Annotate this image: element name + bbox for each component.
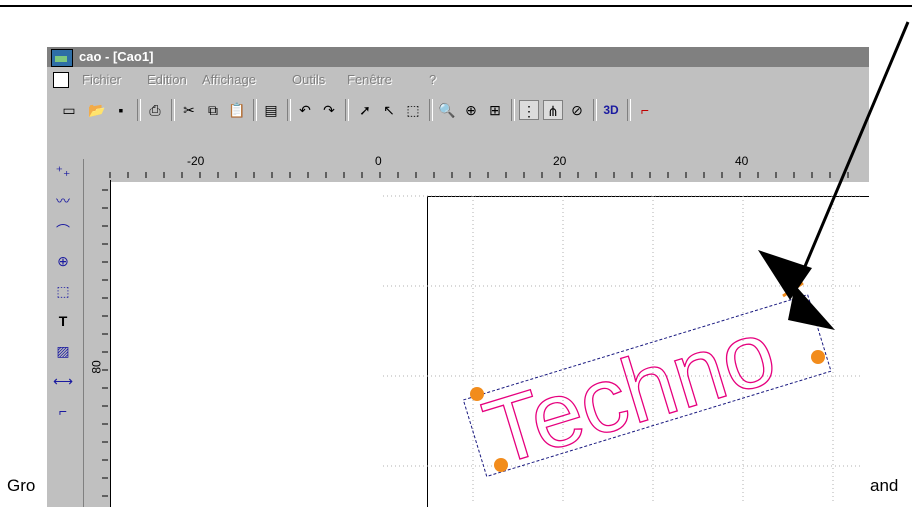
techno-text[interactable]: Techno: [472, 300, 787, 486]
pointer-arrowhead: [758, 250, 812, 300]
rotation-arrow-icon: [788, 285, 835, 330]
selection-handle[interactable]: [494, 458, 508, 472]
selection-handle[interactable]: [470, 387, 484, 401]
caption-right: and: [870, 476, 899, 495]
selection-handle[interactable]: [811, 350, 825, 364]
drawing-overlay: Techno: [102, 21, 910, 501]
pointer-arrow-line: [793, 21, 910, 291]
caption-left: Gro: [7, 476, 36, 495]
